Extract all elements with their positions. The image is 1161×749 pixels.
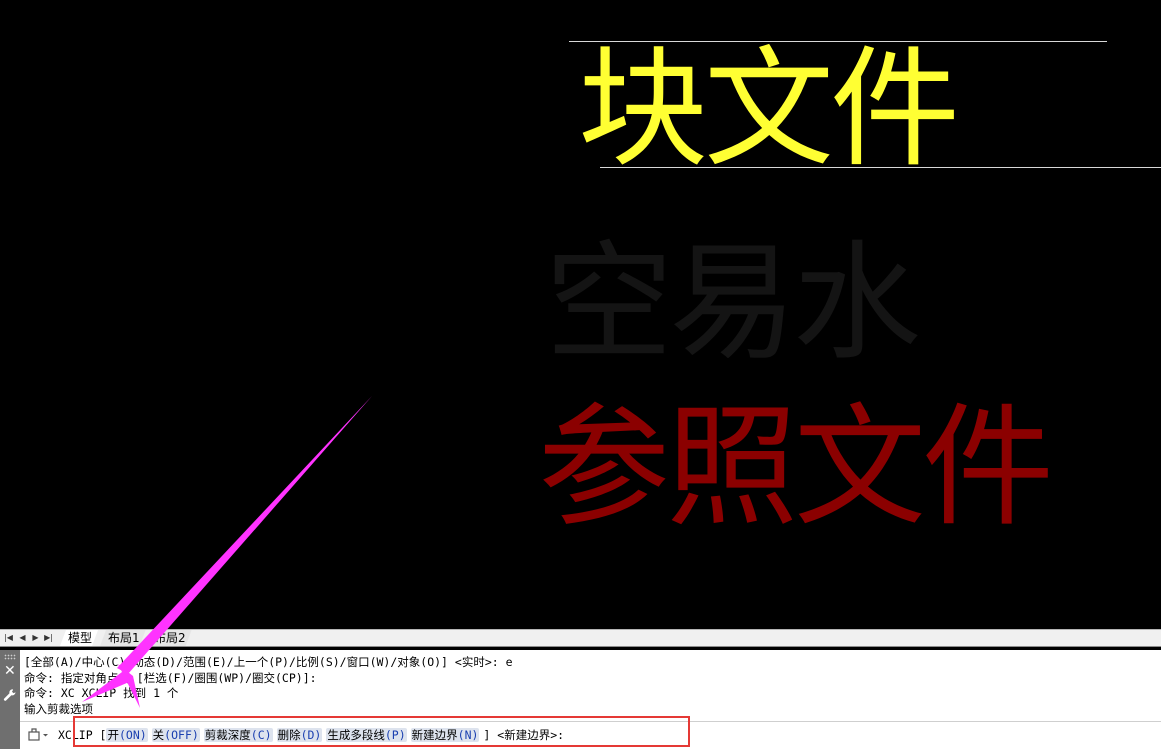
last-tab-icon[interactable]: ▶|	[43, 631, 54, 645]
highlight-box	[73, 716, 690, 747]
grip-handle-icon[interactable]	[4, 654, 16, 660]
history-line: 命令: XC XCLIP 找到 1 个	[24, 686, 179, 700]
command-history: [全部(A)/中心(C)/动态(D)/范围(E)/上一个(P)/比例(S)/窗口…	[24, 655, 1154, 717]
first-tab-icon[interactable]: |◀	[3, 631, 14, 645]
wrench-icon[interactable]	[3, 688, 17, 702]
drawing-canvas[interactable]: 块文件 空易水 参照文件	[0, 0, 1161, 629]
xref-file-text: 参照文件	[538, 391, 1054, 545]
tab-layout1[interactable]: 布局1	[100, 630, 146, 646]
next-tab-icon[interactable]: ▶	[30, 631, 41, 645]
history-line: [全部(A)/中心(C)/动态(D)/范围(E)/上一个(P)/比例(S)/窗口…	[24, 655, 513, 669]
layout-tab-bar: |◀ ◀ ▶ ▶| 模型 布局1 布局2	[0, 629, 1161, 647]
history-line: 命令: 指定对角点或 [栏选(F)/圈围(WP)/圈交(CP)]:	[24, 670, 317, 685]
block-file-text: 块文件	[578, 33, 960, 185]
watermark-text: 空易水	[545, 229, 921, 378]
prev-tab-icon[interactable]: ◀	[17, 631, 28, 645]
command-customize-icon[interactable]	[26, 726, 50, 744]
command-grip[interactable]: ✕	[0, 650, 20, 749]
tab-layout2[interactable]: 布局2	[146, 630, 192, 646]
close-icon[interactable]: ✕	[4, 664, 16, 678]
history-line: 输入剪裁选项	[24, 701, 93, 716]
tab-model[interactable]: 模型	[60, 630, 98, 646]
